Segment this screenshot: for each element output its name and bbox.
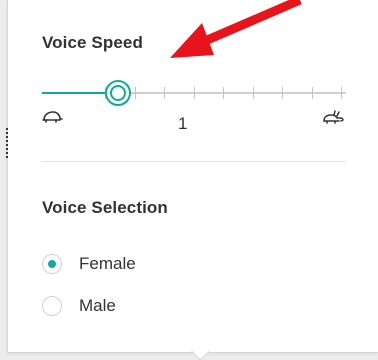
- female-radio[interactable]: [42, 254, 62, 274]
- voice-speed-value: 1: [178, 114, 188, 133]
- stage: Voice Speed 1 Voice Selection Female Mal…: [0, 0, 378, 360]
- slider-tick: [164, 87, 165, 99]
- slider-tick: [223, 87, 224, 99]
- page-edge-mark: [6, 128, 10, 158]
- slider-tick: [282, 87, 283, 99]
- slider-tick: [341, 87, 342, 99]
- turtle-icon: [42, 111, 63, 123]
- voice-option-male[interactable]: Male: [42, 294, 116, 318]
- voice-speed-heading: Voice Speed: [42, 33, 143, 52]
- voice-selection-heading: Voice Selection: [42, 198, 168, 217]
- slider-thumb[interactable]: [105, 80, 131, 106]
- slider-tick: [135, 87, 136, 99]
- slider-tick: [253, 87, 254, 99]
- female-label: Female: [79, 254, 136, 273]
- male-label: Male: [79, 296, 116, 315]
- slider-tick: [194, 87, 195, 99]
- male-radio[interactable]: [42, 296, 62, 316]
- rabbit-icon: [323, 110, 344, 124]
- voice-option-female[interactable]: Female: [42, 252, 136, 276]
- slider-tick: [312, 87, 313, 99]
- section-divider: [42, 161, 346, 162]
- voice-speed-slider[interactable]: [42, 80, 346, 106]
